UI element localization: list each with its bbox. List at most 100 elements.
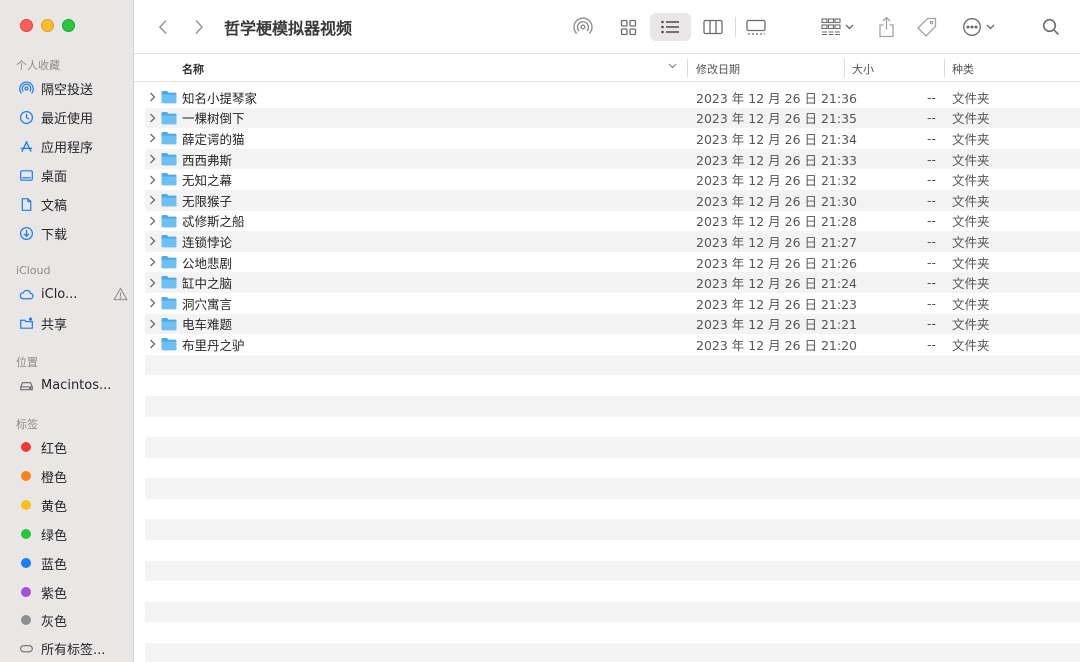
minimize-button[interactable] (41, 19, 54, 32)
column-divider[interactable] (687, 59, 688, 77)
gallery-icon (746, 19, 766, 35)
sidebar-tag-blue[interactable]: 蓝色 (18, 551, 128, 575)
window-title: 哲学梗模拟器视频 (224, 19, 353, 38)
close-button[interactable] (20, 19, 33, 32)
sidebar-item-shared[interactable]: 共享 (18, 311, 128, 335)
forward-button[interactable] (188, 13, 210, 41)
folder-icon (161, 317, 177, 330)
shared-folder-icon (18, 315, 34, 331)
disclosure-chevron-icon[interactable] (149, 113, 159, 123)
sidebar-tag-gray[interactable]: 灰色 (18, 608, 128, 632)
file-row[interactable]: 忒修斯之船 2023 年 12 月 26 日 21:28 -- 文件夹 (145, 211, 1080, 232)
file-row[interactable]: 知名小提琴家 2023 年 12 月 26 日 21:36 -- 文件夹 (145, 87, 1080, 108)
folder-icon (161, 296, 177, 310)
sidebar-item-recents[interactable]: 最近使用 (18, 105, 128, 129)
icon-view-button[interactable] (615, 13, 641, 41)
sort-chevron-icon[interactable] (668, 60, 677, 75)
warning-icon (113, 287, 128, 301)
file-row[interactable]: 薛定谔的猫 2023 年 12 月 26 日 21:34 -- 文件夹 (145, 128, 1080, 149)
airdrop-button[interactable] (570, 13, 596, 41)
file-size: -- (927, 151, 937, 167)
disclosure-chevron-icon[interactable] (149, 133, 159, 143)
file-kind: 文件夹 (952, 255, 990, 271)
column-size-header[interactable]: 大小 (852, 61, 874, 77)
disclosure-chevron-icon[interactable] (149, 257, 159, 267)
chevron-down-icon (986, 24, 994, 30)
tag-color-green (21, 529, 31, 539)
sidebar-tag-green[interactable]: 绿色 (18, 522, 128, 546)
sidebar-item-label: 应用程序 (41, 140, 94, 156)
file-row[interactable]: 电车难题 2023 年 12 月 26 日 21:21 -- 文件夹 (145, 313, 1080, 335)
document-icon (18, 196, 34, 212)
sidebar-item-airdrop[interactable]: 隔空投送 (18, 76, 128, 100)
disclosure-chevron-icon[interactable] (149, 339, 159, 349)
sidebar-item-label: 蓝色 (41, 557, 68, 573)
file-row[interactable]: 连锁悖论 2023 年 12 月 26 日 21:27 -- 文件夹 (145, 231, 1080, 252)
disclosure-chevron-icon[interactable] (149, 175, 159, 185)
disclosure-chevron-icon[interactable] (149, 236, 159, 246)
sidebar-item-documents[interactable]: 文稿 (18, 192, 128, 216)
sidebar-item-applications[interactable]: 应用程序 (18, 134, 128, 158)
action-button[interactable] (957, 13, 999, 41)
file-name: 无限猴子 (182, 193, 233, 209)
file-row[interactable]: 洞穴寓言 2023 年 12 月 26 日 21:23 -- 文件夹 (145, 293, 1080, 314)
file-kind: 文件夹 (952, 173, 990, 189)
file-date: 2023 年 12 月 26 日 21:21 (696, 317, 857, 333)
gallery-view-button[interactable] (742, 13, 770, 41)
column-name-header[interactable]: 名称 (182, 61, 204, 77)
file-kind: 文件夹 (952, 234, 990, 250)
disclosure-chevron-icon[interactable] (149, 216, 159, 226)
empty-row (145, 375, 1080, 396)
file-row[interactable]: 缸中之脑 2023 年 12 月 26 日 21:24 -- 文件夹 (145, 272, 1080, 293)
file-row[interactable]: 布里丹之驴 2023 年 12 月 26 日 21:20 -- 文件夹 (145, 334, 1080, 355)
folder-icon (161, 193, 177, 207)
tag-button[interactable] (914, 13, 940, 41)
sidebar-item-macintosh-hd[interactable]: Macintos... (18, 373, 128, 397)
column-kind-header[interactable]: 种类 (952, 61, 974, 77)
sidebar-item-desktop[interactable]: 桌面 (18, 163, 128, 187)
empty-row (145, 458, 1080, 479)
folder-icon (161, 214, 177, 227)
column-date-header[interactable]: 修改日期 (696, 61, 740, 77)
group-button[interactable] (816, 13, 858, 41)
disclosure-chevron-icon[interactable] (149, 92, 159, 102)
file-row[interactable]: 一棵树倒下 2023 年 12 月 26 日 21:35 -- 文件夹 (145, 107, 1080, 129)
zoom-button[interactable] (62, 19, 75, 32)
sidebar-tag-orange[interactable]: 橙色 (18, 464, 128, 488)
sidebar-section-icloud: iCloud (16, 264, 51, 277)
folder-icon (161, 91, 177, 104)
disclosure-chevron-icon[interactable] (149, 195, 159, 205)
tag-color-blue (21, 558, 31, 568)
sidebar-tag-purple[interactable]: 紫色 (18, 580, 128, 604)
file-kind: 文件夹 (952, 214, 990, 230)
file-size: -- (927, 233, 937, 249)
column-view-button[interactable] (700, 13, 726, 41)
desktop-icon (18, 167, 34, 183)
sidebar-item-downloads[interactable]: 下载 (18, 221, 128, 245)
file-row[interactable]: 无限猴子 2023 年 12 月 26 日 21:30 -- 文件夹 (145, 189, 1080, 211)
file-size: -- (927, 254, 937, 270)
download-icon (18, 225, 34, 241)
sidebar-tag-yellow[interactable]: 黄色 (18, 493, 128, 517)
empty-row (145, 540, 1080, 561)
disclosure-chevron-icon[interactable] (149, 278, 159, 288)
disclosure-chevron-icon[interactable] (149, 298, 159, 308)
sidebar-all-tags[interactable]: 所有标签... (18, 636, 128, 660)
back-button[interactable] (152, 13, 174, 41)
list-view-button[interactable] (650, 13, 691, 41)
disclosure-chevron-icon[interactable] (149, 154, 159, 164)
file-row[interactable]: 无知之幕 2023 年 12 月 26 日 21:32 -- 文件夹 (145, 169, 1080, 190)
file-name: 洞穴寓言 (182, 296, 233, 312)
column-divider[interactable] (844, 59, 845, 77)
column-divider[interactable] (944, 59, 945, 77)
folder-icon (161, 132, 177, 145)
folder-icon (161, 152, 177, 165)
disclosure-chevron-icon[interactable] (149, 319, 159, 329)
search-button[interactable] (1038, 13, 1064, 41)
sidebar-item-icloud-drive[interactable]: iClo... (18, 282, 128, 306)
file-row[interactable]: 公地悲剧 2023 年 12 月 26 日 21:26 -- 文件夹 (145, 252, 1080, 273)
sidebar-tag-red[interactable]: 红色 (18, 435, 128, 459)
file-kind: 文件夹 (952, 90, 990, 106)
share-button[interactable] (874, 13, 898, 41)
file-row[interactable]: 西西弗斯 2023 年 12 月 26 日 21:33 -- 文件夹 (145, 148, 1080, 170)
